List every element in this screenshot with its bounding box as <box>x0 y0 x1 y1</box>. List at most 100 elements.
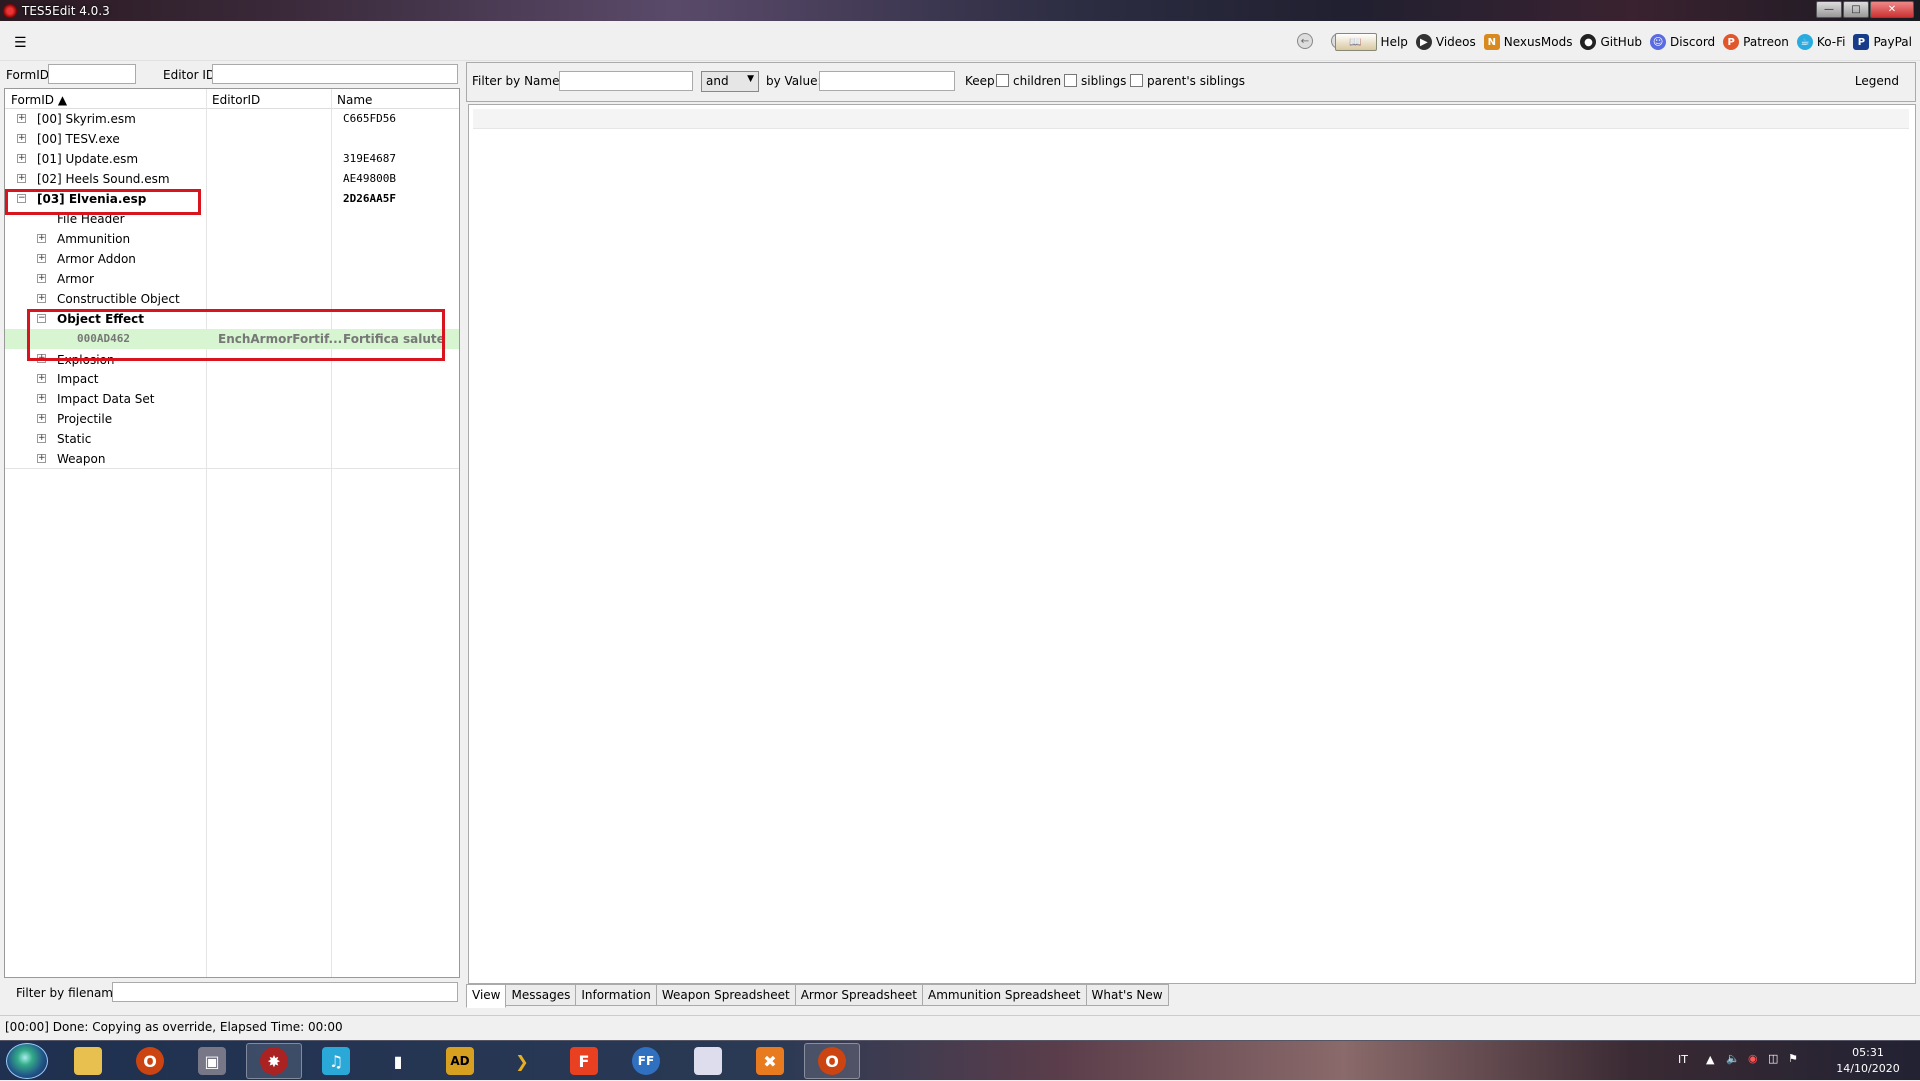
taskbar-app9[interactable]: F <box>556 1043 612 1079</box>
volume-icon[interactable]: 🔈 <box>1726 1052 1740 1065</box>
children-checkbox[interactable] <box>996 74 1009 87</box>
taskbar-audio[interactable]: ▮ <box>370 1043 426 1079</box>
clock-date[interactable]: 14/10/2020 <box>1836 1062 1900 1075</box>
taskbar-app7[interactable]: AD <box>432 1043 488 1079</box>
kofi-link[interactable]: ☕ Ko-Fi <box>1796 34 1845 50</box>
dictionary-icon: AD <box>446 1047 474 1075</box>
tab-view[interactable]: View <box>466 984 507 1008</box>
logic-combo[interactable]: and ▼ <box>701 71 759 92</box>
videos-link[interactable]: ▶ Videos <box>1415 34 1476 50</box>
nexusmods-link[interactable]: N NexusMods <box>1483 34 1572 50</box>
col-name[interactable]: Name <box>337 93 372 107</box>
expand-icon[interactable]: + <box>17 174 26 183</box>
maximize-button[interactable]: □ <box>1843 1 1869 18</box>
col-editorid[interactable]: EditorID <box>212 93 260 107</box>
window-title: TES5Edit 4.0.3 <box>22 3 110 18</box>
navigation-panel: FormID Editor ID FormID ▲ EditorID Name … <box>0 62 462 1012</box>
start-button[interactable] <box>6 1043 48 1079</box>
taskbar-app8[interactable]: ❯ <box>494 1043 550 1079</box>
expand-icon[interactable]: + <box>37 374 46 383</box>
taskbar-opera-active[interactable]: O <box>804 1043 860 1079</box>
expand-icon[interactable]: + <box>37 274 46 283</box>
record-view[interactable] <box>468 104 1916 984</box>
network-icon[interactable]: ◫ <box>1768 1052 1778 1065</box>
expand-icon[interactable]: + <box>17 114 26 123</box>
tab-weapon-spreadsheet[interactable]: Weapon Spreadsheet <box>655 984 796 1006</box>
tree-row[interactable]: + [00] Skyrim.esm C665FD56 <box>5 109 459 129</box>
expand-icon[interactable]: + <box>37 454 46 463</box>
taskbar: O ▣ ✸ ♫ ▮ AD ❯ F FF ✖ O IT ▲ 🔈 ◉ ◫ ⚑ 05:… <box>0 1040 1920 1080</box>
flag-icon[interactable]: ⚑ <box>1788 1052 1798 1065</box>
siblings-checkbox[interactable] <box>1064 74 1077 87</box>
taskbar-app11[interactable] <box>680 1043 736 1079</box>
highlight-box-plugin <box>5 189 201 215</box>
tree-row[interactable]: + Constructible Object <box>5 289 459 309</box>
filter-value-input[interactable] <box>819 71 955 91</box>
parents-siblings-checkbox[interactable] <box>1130 74 1143 87</box>
title-bar: TES5Edit 4.0.3 — □ ✕ <box>0 0 1920 21</box>
tab-whats-new[interactable]: What's New <box>1085 984 1169 1006</box>
view-tabs: View Messages Information Weapon Spreads… <box>466 984 1916 1008</box>
expand-icon[interactable]: + <box>37 394 46 403</box>
tree-row[interactable]: + [00] TESV.exe <box>5 129 459 149</box>
tree-row[interactable]: + [02] Heels Sound.esm AE49800B <box>5 169 459 189</box>
tree-row[interactable]: + Projectile <box>5 409 459 429</box>
expand-icon[interactable]: + <box>17 154 26 163</box>
discord-link[interactable]: ☺ Discord <box>1650 34 1715 50</box>
tab-messages[interactable]: Messages <box>505 984 577 1006</box>
taskbar-app12[interactable]: ✖ <box>742 1043 798 1079</box>
patreon-link[interactable]: P Patreon <box>1723 34 1789 50</box>
tree-row[interactable]: + Weapon <box>5 449 459 469</box>
plugin-tree[interactable]: FormID ▲ EditorID Name + [00] Skyrim.esm… <box>4 88 460 978</box>
formid-input[interactable] <box>48 64 136 84</box>
taskbar-ffdec[interactable]: FF <box>618 1043 674 1079</box>
expand-icon[interactable]: + <box>37 234 46 243</box>
editorid-label: Editor ID <box>163 68 216 82</box>
menu-icon[interactable]: ☰ <box>14 35 27 51</box>
film-icon: ▣ <box>198 1047 226 1075</box>
by-value-label: by Value: <box>766 74 822 88</box>
f-icon: F <box>570 1047 598 1075</box>
tree-row[interactable]: + Static <box>5 429 459 449</box>
taskbar-itunes[interactable]: ♫ <box>308 1043 364 1079</box>
status-bar: [00:00] Done: Copying as override, Elaps… <box>0 1015 1920 1037</box>
filter-filename-label: Filter by filename: <box>16 986 125 1000</box>
help-link[interactable]: 📖 Help <box>1334 33 1408 51</box>
tree-row[interactable]: + Armor Addon <box>5 249 459 269</box>
filter-filename-input[interactable] <box>112 982 458 1002</box>
tree-row[interactable]: + Impact Data Set <box>5 389 459 409</box>
github-link[interactable]: ● GitHub <box>1580 34 1642 50</box>
taskbar-opera[interactable]: O <box>122 1043 178 1079</box>
tab-armor-spreadsheet[interactable]: Armor Spreadsheet <box>794 984 923 1006</box>
tree-row[interactable]: + Ammunition <box>5 229 459 249</box>
language-indicator[interactable]: IT <box>1678 1053 1688 1066</box>
expand-icon[interactable]: + <box>37 254 46 263</box>
expand-icon[interactable]: + <box>37 294 46 303</box>
expand-icon[interactable]: + <box>37 434 46 443</box>
editorid-input[interactable] <box>212 64 458 84</box>
clock-time[interactable]: 05:31 <box>1838 1046 1898 1059</box>
expand-icon[interactable]: + <box>17 134 26 143</box>
chevron-down-icon: ▼ <box>747 74 754 84</box>
window-controls: — □ ✕ <box>1816 1 1914 18</box>
filter-name-input[interactable] <box>559 71 693 91</box>
tray-expand-icon[interactable]: ▲ <box>1706 1053 1714 1066</box>
col-formid[interactable]: FormID ▲ <box>11 93 67 107</box>
paypal-link[interactable]: P PayPal <box>1853 34 1912 50</box>
parents-siblings-label: parent's siblings <box>1147 74 1246 88</box>
tab-information[interactable]: Information <box>575 984 657 1006</box>
expand-icon[interactable]: + <box>37 414 46 423</box>
legend-button[interactable]: Legend <box>1855 74 1899 88</box>
minimize-button[interactable]: — <box>1816 1 1842 18</box>
taskbar-app3[interactable]: ▣ <box>184 1043 240 1079</box>
tab-ammunition-spreadsheet[interactable]: Ammunition Spreadsheet <box>921 984 1087 1006</box>
tree-row[interactable]: + [01] Update.esm 319E4687 <box>5 149 459 169</box>
taskbar-tes5edit[interactable]: ✸ <box>246 1043 302 1079</box>
tree-row[interactable]: + Impact <box>5 369 459 389</box>
close-button[interactable]: ✕ <box>1870 1 1914 18</box>
taskbar-explorer[interactable] <box>60 1043 116 1079</box>
tree-row[interactable]: + Armor <box>5 269 459 289</box>
antivirus-icon[interactable]: ◉ <box>1748 1052 1758 1065</box>
filter-name-label: Filter by Name: <box>472 74 564 88</box>
back-icon[interactable]: ← <box>1297 33 1313 49</box>
